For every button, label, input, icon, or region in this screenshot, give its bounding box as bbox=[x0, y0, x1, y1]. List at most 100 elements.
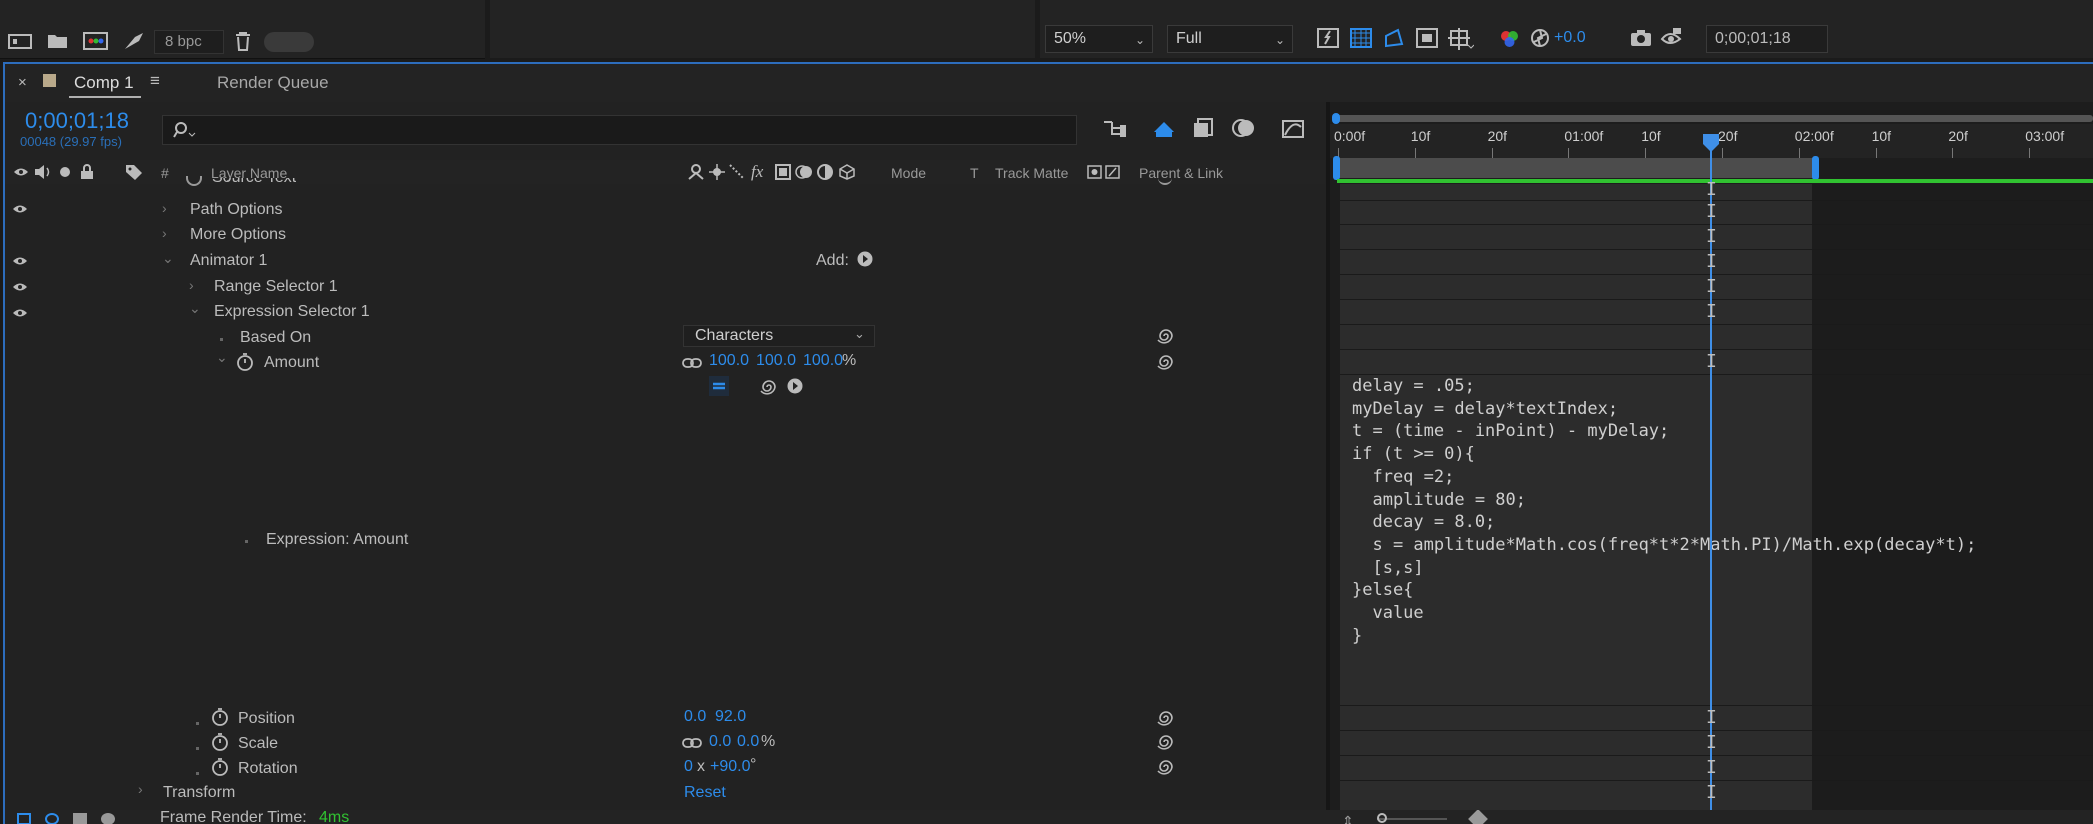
range-selector-label[interactable]: Range Selector 1 bbox=[214, 278, 338, 296]
tab-comp[interactable]: Comp 1 bbox=[74, 73, 134, 93]
stopwatch-icon[interactable] bbox=[236, 353, 254, 371]
rotation-revolutions-value[interactable]: 0 bbox=[684, 758, 693, 776]
solo-icon[interactable] bbox=[60, 167, 70, 177]
grid-guides-icon[interactable] bbox=[1448, 28, 1474, 50]
interpret-footage-icon[interactable] bbox=[8, 32, 34, 50]
fast-previews-icon[interactable] bbox=[1317, 28, 1339, 48]
timeline-zoom-slider[interactable] bbox=[1377, 818, 1447, 820]
layer-switches-icon[interactable] bbox=[17, 813, 31, 824]
visibility-eye-icon[interactable] bbox=[12, 203, 30, 215]
stopwatch-icon[interactable] bbox=[211, 758, 229, 776]
amount-x-value[interactable]: 100.0 bbox=[709, 352, 749, 370]
project-settings-icon[interactable] bbox=[123, 31, 145, 51]
stopwatch-icon[interactable] bbox=[211, 733, 229, 751]
mask-visibility-icon[interactable] bbox=[1383, 28, 1405, 48]
scale-x-value[interactable]: 0.0 bbox=[709, 733, 731, 751]
playhead-handle[interactable] bbox=[1703, 134, 1719, 152]
zoom-select[interactable]: 50% ⌄ bbox=[1045, 25, 1153, 53]
new-folder-icon[interactable] bbox=[47, 32, 69, 50]
draft-3d-icon[interactable] bbox=[1152, 118, 1176, 138]
resolution-select[interactable]: Full ⌄ bbox=[1167, 25, 1293, 53]
reset-link[interactable]: Reset bbox=[684, 784, 726, 802]
work-area-end-handle[interactable] bbox=[1812, 156, 1819, 180]
adjustment-layer-icon[interactable] bbox=[817, 164, 833, 180]
column-parent-link[interactable]: Parent & Link bbox=[1139, 165, 1223, 181]
chevron-right-icon[interactable]: › bbox=[162, 200, 167, 216]
snapshot-camera-icon[interactable] bbox=[1630, 29, 1652, 47]
region-of-interest-icon[interactable] bbox=[1416, 28, 1438, 48]
render-time-icon[interactable] bbox=[101, 813, 115, 824]
modes-icon[interactable] bbox=[45, 813, 59, 824]
animator-label[interactable]: Animator 1 bbox=[190, 252, 267, 270]
expression-graph-spiral-icon[interactable] bbox=[760, 378, 778, 396]
3d-layer-icon[interactable] bbox=[839, 164, 855, 180]
quality-icon[interactable] bbox=[729, 164, 745, 180]
transparency-grid-icon[interactable] bbox=[1350, 28, 1372, 48]
work-area-bar[interactable] bbox=[1337, 158, 1815, 178]
navigator-start-handle[interactable] bbox=[1332, 113, 1340, 124]
expression-selector-label[interactable]: Expression Selector 1 bbox=[214, 303, 370, 321]
pick-whip-spiral-icon[interactable] bbox=[1157, 758, 1175, 776]
frame-blend-column-icon[interactable] bbox=[775, 164, 791, 180]
position-x-value[interactable]: 0.0 bbox=[684, 708, 706, 726]
panel-menu-icon[interactable]: ≡ bbox=[150, 71, 160, 91]
visibility-eye-icon[interactable] bbox=[12, 307, 30, 319]
expression-enable-icon[interactable] bbox=[709, 376, 729, 396]
bpc-button[interactable]: 8 bpc bbox=[154, 30, 224, 54]
new-composition-icon[interactable] bbox=[83, 31, 109, 51]
audio-icon[interactable] bbox=[34, 164, 52, 180]
pick-whip-spiral-icon[interactable] bbox=[1157, 353, 1175, 371]
path-options-label[interactable]: Path Options bbox=[190, 201, 283, 219]
label-tag-icon[interactable] bbox=[125, 164, 143, 180]
motion-blur-column-icon[interactable] bbox=[795, 164, 813, 180]
visibility-eye-icon[interactable] bbox=[12, 255, 30, 267]
rotation-degrees-value[interactable]: +90.0 bbox=[710, 758, 750, 776]
channels-icon[interactable] bbox=[1498, 28, 1522, 48]
constrain-proportions-link-icon[interactable] bbox=[682, 737, 702, 749]
based-on-select[interactable]: Characters ⌄ bbox=[683, 325, 875, 347]
show-snapshot-icon[interactable] bbox=[1660, 27, 1684, 47]
amount-z-value[interactable]: 100.0 bbox=[803, 352, 843, 370]
frame-blending-icon[interactable] bbox=[1192, 117, 1214, 139]
collapse-transform-icon[interactable] bbox=[709, 164, 725, 180]
chevron-down-icon[interactable]: ⌄ bbox=[189, 300, 201, 317]
chevron-right-icon[interactable]: › bbox=[162, 225, 167, 241]
exposure-value[interactable]: +0.0 bbox=[1554, 29, 1586, 47]
zoom-out-icon[interactable]: ⇕ bbox=[1342, 813, 1354, 824]
close-tab-icon[interactable]: × bbox=[18, 74, 27, 91]
current-time-display[interactable]: 0;00;01;18 bbox=[25, 108, 129, 134]
pick-whip-spiral-icon[interactable] bbox=[1157, 733, 1175, 751]
column-mode[interactable]: Mode bbox=[891, 165, 926, 181]
transform-label[interactable]: Transform bbox=[163, 784, 235, 802]
constrain-proportions-link-icon[interactable] bbox=[682, 357, 702, 369]
timecode-field[interactable]: 0;00;01;18 bbox=[1706, 25, 1828, 53]
stopwatch-icon[interactable] bbox=[211, 708, 229, 726]
expression-language-menu-icon[interactable] bbox=[787, 378, 803, 394]
position-y-value[interactable]: 92.0 bbox=[715, 708, 746, 726]
pick-whip-spiral-icon[interactable] bbox=[1157, 327, 1175, 345]
scale-y-value[interactable]: 0.0 bbox=[737, 733, 759, 751]
graph-editor-icon[interactable] bbox=[1281, 117, 1307, 139]
timeline-zoom-thumb[interactable] bbox=[1377, 813, 1387, 823]
pick-whip-spiral-icon[interactable] bbox=[1157, 709, 1175, 727]
chevron-right-icon[interactable]: › bbox=[189, 277, 194, 293]
column-track-matte[interactable]: Track Matte bbox=[995, 165, 1068, 181]
chevron-down-icon[interactable]: ⌄ bbox=[162, 250, 174, 267]
navigator-bar[interactable] bbox=[1335, 115, 2093, 122]
expression-editor[interactable]: delay = .05; myDelay = delay*textIndex; … bbox=[1352, 375, 1976, 647]
video-visibility-icon[interactable] bbox=[13, 166, 29, 178]
layer-search-input[interactable] bbox=[162, 115, 1077, 145]
visibility-eye-icon[interactable] bbox=[12, 281, 30, 293]
add-menu-play-icon[interactable] bbox=[857, 251, 873, 267]
time-stretch-icon[interactable] bbox=[73, 813, 87, 824]
trash-icon[interactable] bbox=[234, 31, 252, 51]
shy-icon[interactable] bbox=[687, 164, 705, 180]
lock-icon[interactable] bbox=[80, 164, 94, 180]
zoom-in-icon[interactable] bbox=[1468, 810, 1488, 824]
work-area-start-handle[interactable] bbox=[1333, 156, 1340, 180]
more-options-label[interactable]: More Options bbox=[190, 226, 286, 244]
color-management-icon[interactable] bbox=[1530, 28, 1550, 48]
composition-flowchart-icon[interactable] bbox=[1102, 118, 1128, 138]
tab-render-queue[interactable]: Render Queue bbox=[217, 73, 329, 93]
chevron-right-icon[interactable]: › bbox=[138, 781, 143, 797]
